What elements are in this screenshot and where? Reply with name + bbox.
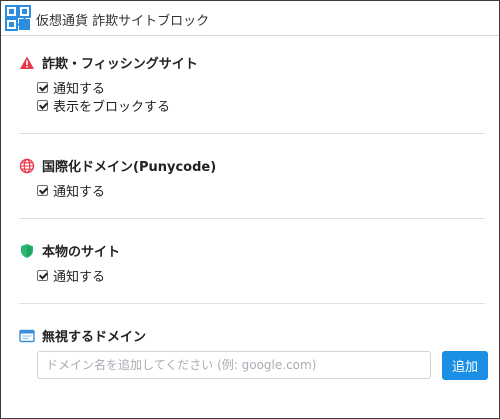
punycode-notify-label: 通知する bbox=[53, 184, 106, 200]
domain-input[interactable] bbox=[37, 351, 431, 379]
section-genuine-title: 本物のサイト bbox=[42, 245, 121, 260]
window-title: 仮想通貨 詐欺サイトブロック bbox=[36, 14, 210, 29]
warning-icon bbox=[20, 56, 34, 69]
divider bbox=[19, 218, 485, 219]
globe-icon bbox=[19, 158, 35, 173]
section-genuine-header: 本物のサイト bbox=[19, 241, 120, 260]
titlebar: 仮想通貨 詐欺サイトブロック bbox=[1, 1, 499, 36]
section-punycode-title: 国際化ドメイン(Punycode) bbox=[42, 160, 217, 175]
section-ignore-title: 無視するドメイン bbox=[42, 330, 147, 345]
phishing-notify-label: 通知する bbox=[53, 81, 106, 97]
punycode-notify-option[interactable]: 通知する bbox=[37, 182, 106, 200]
divider bbox=[19, 303, 485, 304]
phishing-block-checkbox[interactable] bbox=[37, 99, 48, 111]
section-punycode-header: 国際化ドメイン(Punycode) bbox=[19, 156, 216, 175]
shield-icon bbox=[21, 243, 33, 258]
punycode-notify-checkbox[interactable] bbox=[37, 184, 48, 196]
section-phishing-title: 詐欺・フィッシングサイト bbox=[42, 57, 198, 72]
phishing-notify-checkbox[interactable] bbox=[37, 81, 48, 93]
phishing-notify-option[interactable]: 通知する bbox=[37, 79, 106, 97]
section-phishing-header: 詐欺・フィッシングサイト bbox=[19, 53, 198, 72]
section-ignore-header: 無視するドメイン bbox=[19, 326, 146, 345]
phishing-block-label: 表示をブロックする bbox=[53, 99, 171, 115]
genuine-notify-option[interactable]: 通知する bbox=[37, 267, 106, 285]
genuine-notify-checkbox[interactable] bbox=[37, 269, 48, 281]
phishing-block-option[interactable]: 表示をブロックする bbox=[37, 97, 171, 115]
browser-window-icon bbox=[19, 329, 35, 342]
app-logo-icon bbox=[5, 5, 31, 31]
extension-popup: 仮想通貨 詐欺サイトブロック 詐欺・フィッシングサイト 通知する 表示をブロック… bbox=[0, 0, 500, 419]
divider bbox=[19, 133, 485, 134]
genuine-notify-label: 通知する bbox=[53, 269, 106, 285]
add-domain-button[interactable]: 追加 bbox=[442, 351, 488, 380]
